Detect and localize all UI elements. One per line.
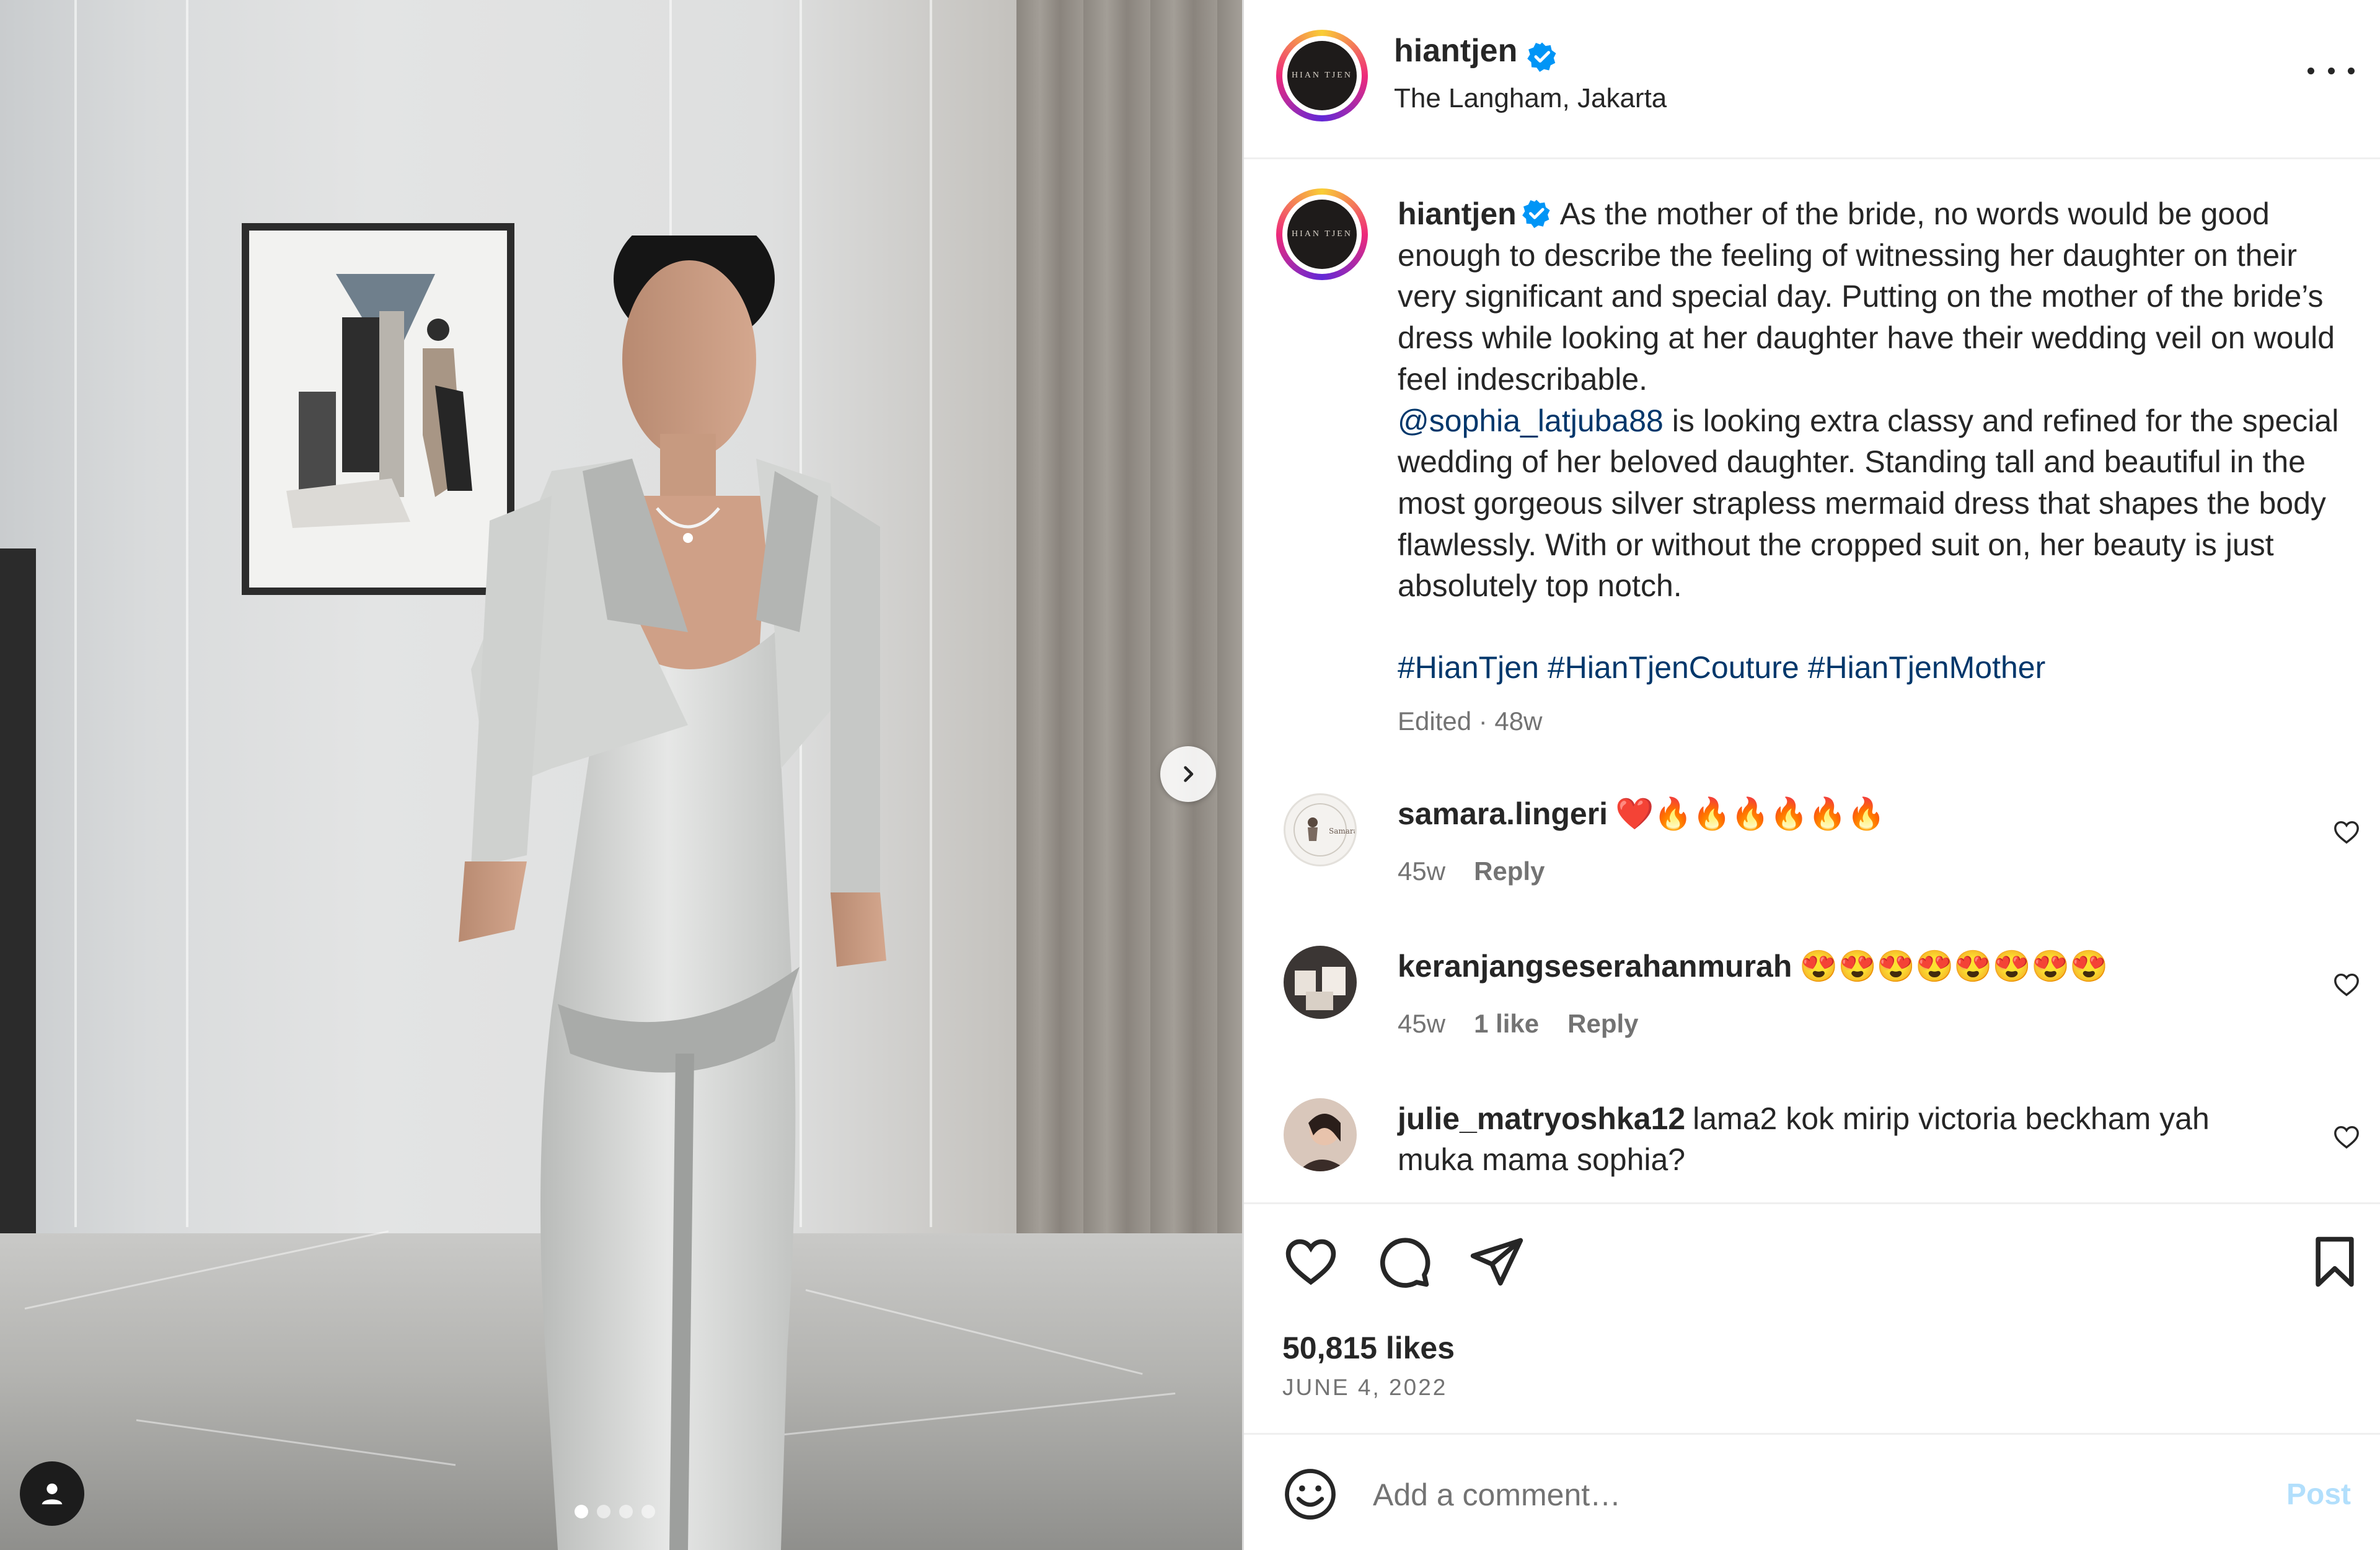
caption-mention-link[interactable]: @sophia_latjuba88 — [1398, 403, 1664, 438]
post-caption: hiantjen As the mother of the bride, no w… — [1398, 193, 2346, 607]
svg-text:Samara: Samara — [1329, 827, 1355, 835]
carousel-dot — [641, 1505, 655, 1518]
wall-panel-line — [186, 0, 188, 1227]
wall-panel-line — [74, 0, 77, 1227]
verified-icon — [1527, 42, 1556, 72]
comment-body: ❤️🔥🔥🔥🔥🔥🔥 — [1615, 796, 1885, 831]
post-comment-button[interactable]: Post — [2286, 1477, 2351, 1512]
share-icon[interactable] — [1468, 1233, 1525, 1290]
commenter-avatar[interactable] — [1284, 1098, 1357, 1171]
comment-icon[interactable] — [1375, 1233, 1432, 1290]
verified-icon — [1522, 200, 1550, 228]
comment-meta: 45w Reply — [1398, 856, 1545, 886]
reply-button[interactable]: Reply — [1567, 1009, 1638, 1039]
heart-icon[interactable] — [2332, 1123, 2361, 1151]
hian-tjen-logo: HIAN TJEN — [1287, 200, 1357, 269]
samara-logo: Samara — [1294, 803, 1355, 856]
commenter-avatar[interactable]: Samara — [1284, 793, 1357, 866]
more-icon — [2348, 67, 2355, 74]
comment-time: 45w — [1398, 856, 1446, 886]
like-count[interactable]: 50,815 likes — [1282, 1330, 1455, 1366]
hashtag-link[interactable]: #HianTjenMother — [1808, 650, 2046, 685]
caption-hashtags: #HianTjen #HianTjenCouture #HianTjenMother — [1398, 650, 2054, 685]
divider — [1244, 157, 2380, 159]
commenter-username[interactable]: keranjangseserahanmurah — [1398, 949, 1792, 984]
comment-text: keranjangseserahanmurah 😍😍😍😍😍😍😍😍 — [1398, 946, 2265, 987]
divider — [1244, 1433, 2380, 1435]
profile-photo — [1298, 1114, 1348, 1171]
carousel-dot — [619, 1505, 633, 1518]
more-options-button[interactable] — [2307, 59, 2355, 82]
author-username[interactable]: hiantjen — [1394, 32, 1517, 69]
instagram-post-view: HIAN TJEN hiantjen The Langham, Jakarta … — [0, 0, 2380, 1550]
divider — [1244, 1202, 2380, 1204]
hian-tjen-logo: HIAN TJEN — [1287, 41, 1357, 110]
comment-text: samara.lingeri ❤️🔥🔥🔥🔥🔥🔥 — [1398, 793, 2265, 834]
caption-author-avatar[interactable]: HIAN TJEN — [1276, 188, 1368, 280]
more-icon — [2307, 67, 2314, 74]
bookmark-icon[interactable] — [2306, 1233, 2363, 1290]
carousel-dot — [575, 1505, 588, 1518]
hashtag-link[interactable]: #HianTjen — [1398, 650, 1539, 685]
chevron-right-icon — [1184, 766, 1194, 782]
heart-icon[interactable] — [1282, 1233, 1339, 1290]
author-avatar[interactable]: HIAN TJEN — [1276, 30, 1368, 121]
post-location[interactable]: The Langham, Jakarta — [1394, 83, 1667, 114]
caption-edited-time: Edited · 48w — [1398, 707, 1543, 736]
post-photo[interactable] — [0, 0, 1242, 1550]
hashtag-link[interactable]: #HianTjenCouture — [1548, 650, 1799, 685]
commenter-avatar[interactable] — [1284, 946, 1357, 1019]
heart-icon[interactable] — [2332, 818, 2361, 847]
heart-icon[interactable] — [2332, 971, 2361, 999]
carousel-dot — [597, 1505, 610, 1518]
reply-button[interactable]: Reply — [1474, 856, 1545, 886]
comment-like-count[interactable]: 1 like — [1474, 1009, 1539, 1039]
woman-figure — [459, 236, 886, 1550]
tagged-users-button[interactable] — [20, 1461, 84, 1526]
more-icon — [2327, 67, 2335, 74]
comment-meta: 45w 1 like Reply — [1398, 1009, 1639, 1039]
gift-boxes-photo — [1295, 967, 1346, 1010]
emoji-icon[interactable] — [1282, 1466, 1338, 1522]
comment-time: 45w — [1398, 1009, 1446, 1038]
carousel-indicator — [575, 1505, 655, 1518]
post-details-panel: HIAN TJEN hiantjen The Langham, Jakarta … — [1242, 0, 2380, 1550]
comment-text: julie_matryoshka12 lama2 kok mirip victor… — [1398, 1098, 2265, 1180]
commenter-username[interactable]: samara.lingeri — [1398, 796, 1608, 831]
commenter-username[interactable]: julie_matryoshka12 — [1398, 1101, 1685, 1136]
fireplace — [0, 548, 36, 1311]
user-tag-icon — [42, 1483, 63, 1505]
caption-username[interactable]: hiantjen — [1398, 196, 1517, 231]
comment-input[interactable] — [1373, 1471, 2179, 1518]
post-date: JUNE 4, 2022 — [1282, 1375, 1448, 1400]
comment-body: 😍😍😍😍😍😍😍😍 — [1799, 949, 2109, 984]
next-photo-button[interactable] — [1160, 746, 1216, 802]
